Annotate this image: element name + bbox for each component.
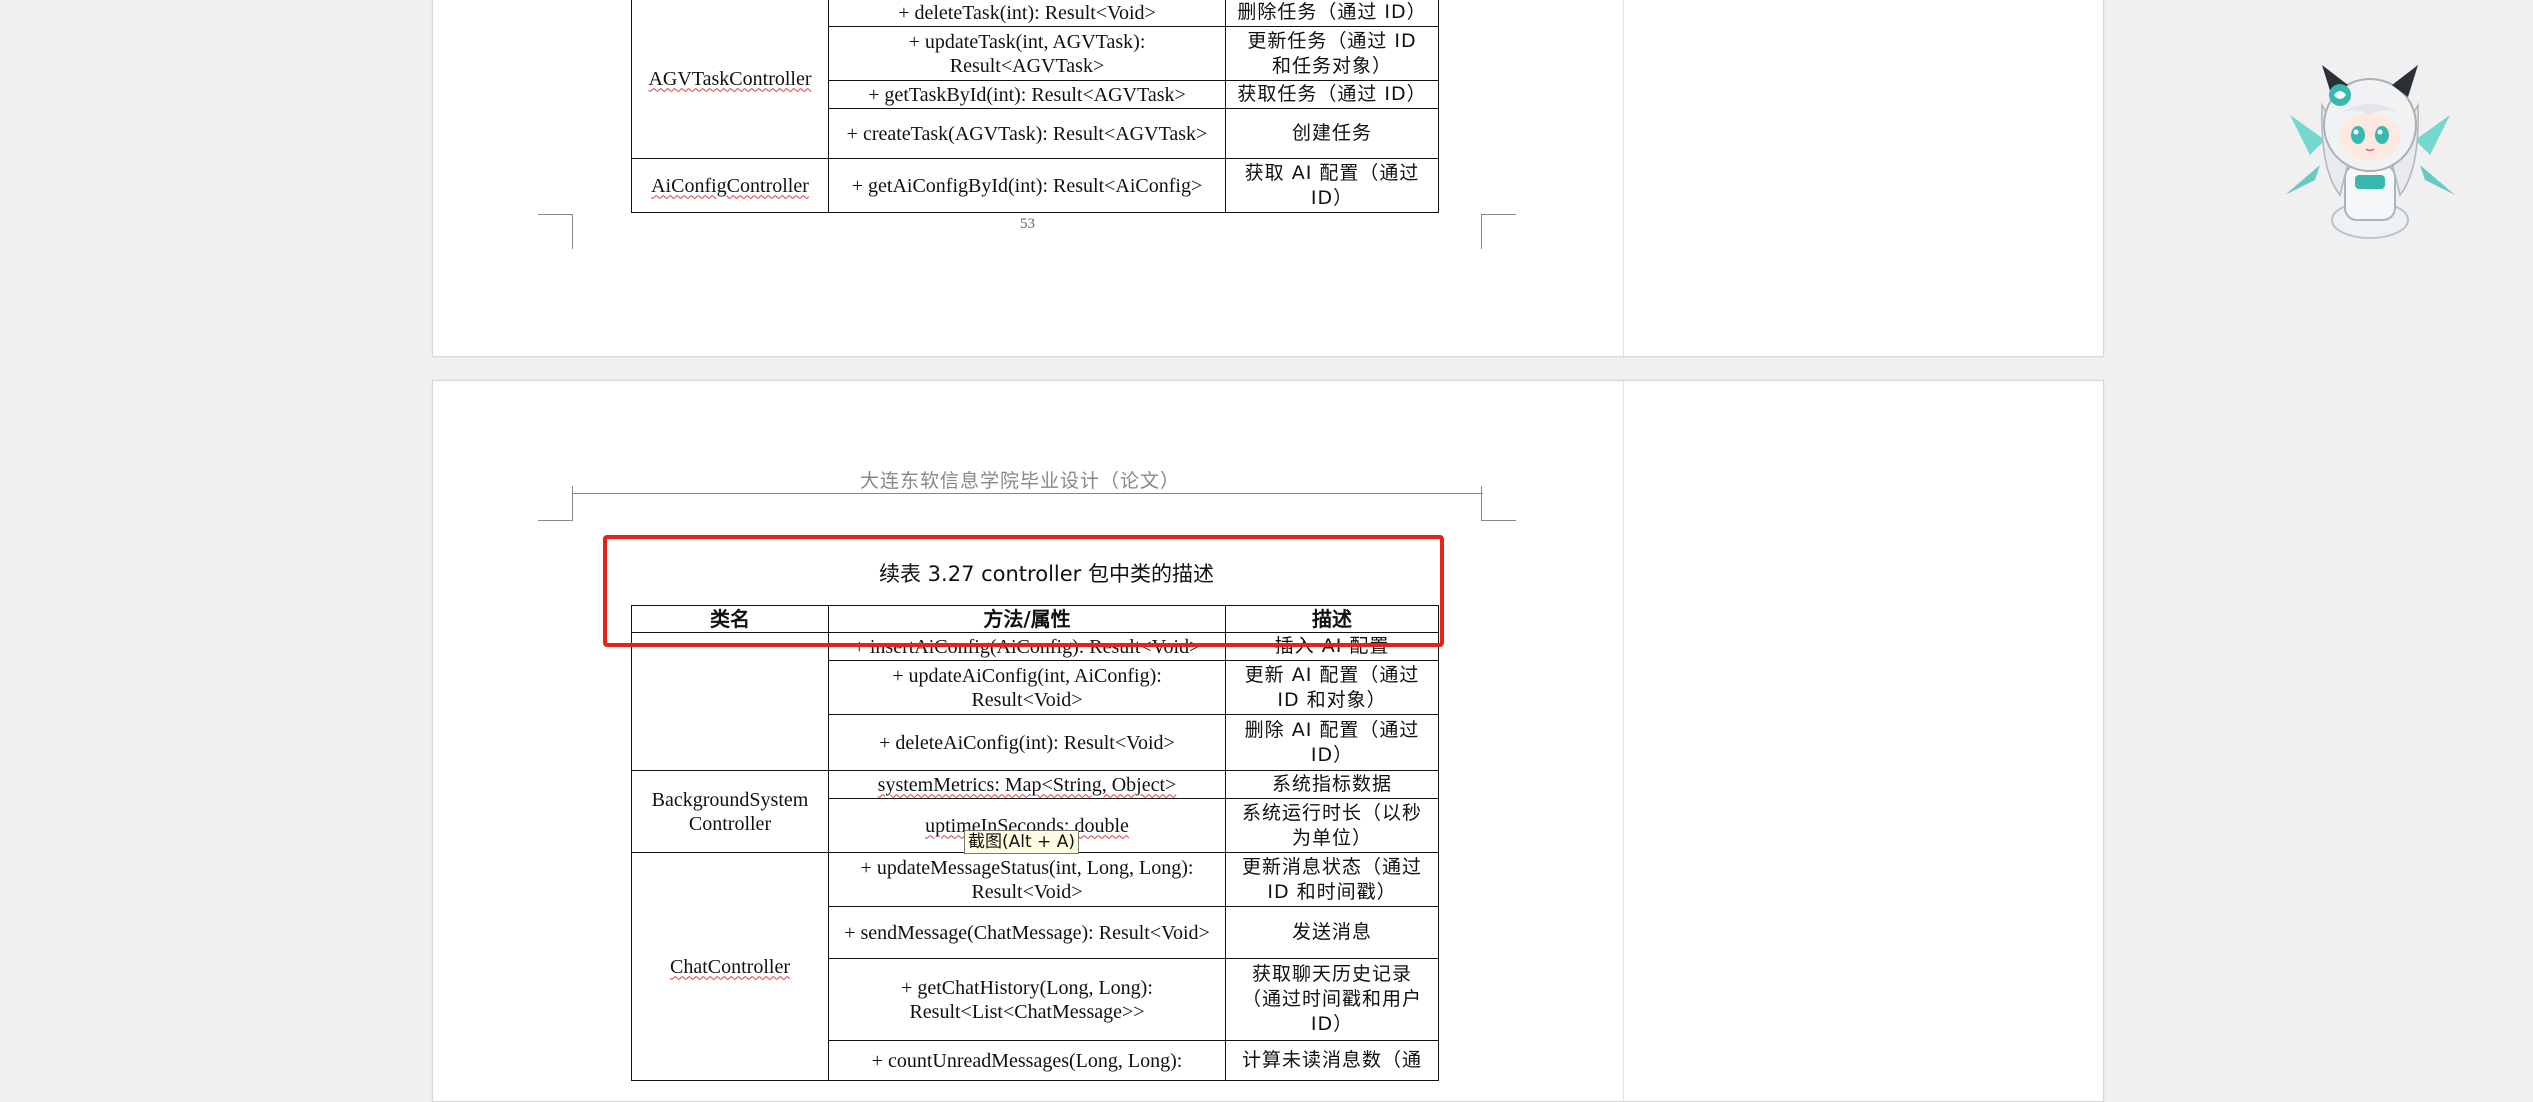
desc-cell: 更新 AI 配置（通过 ID 和对象） — [1225, 660, 1439, 715]
margin-mark — [1481, 214, 1516, 249]
desc-cell: 计算未读消息数（通 — [1225, 1040, 1439, 1081]
desc-cell: 创建任务 — [1225, 108, 1439, 159]
method-cell: + deleteAiConfig(int): Result<Void> — [828, 714, 1226, 771]
desc-cell: 获取任务（通过 ID） — [1225, 80, 1439, 109]
table-row: ChatController + updateMessageStatus(int… — [631, 852, 1439, 1081]
page-divider — [1623, 0, 1624, 356]
method-cell: + updateAiConfig(int, AiConfig): Result<… — [828, 660, 1226, 715]
desc-cell: 发送消息 — [1225, 906, 1439, 959]
method-cell: + getAiConfigById(int): Result<AiConfig> — [828, 158, 1226, 213]
desc-cell: 更新任务（通过 ID 和任务对象） — [1225, 26, 1439, 81]
desc-cell: 删除 AI 配置（通过 ID） — [1225, 714, 1439, 771]
margin-mark — [538, 214, 573, 249]
desc-cell: 系统运行时长（以秒为单位） — [1225, 798, 1439, 853]
annotation-highlight-box — [603, 535, 1444, 647]
page-divider — [1623, 381, 1624, 1101]
method-cell: + updateTask(int, AGVTask): Result<AGVTa… — [828, 26, 1226, 81]
desc-cell: 更新消息状态（通过 ID 和时间戳） — [1225, 852, 1439, 907]
margin-mark — [538, 486, 573, 521]
desc-cell: 获取 AI 配置（通过 ID） — [1225, 158, 1439, 213]
desc-cell: 删除任务（通过 ID） — [1225, 0, 1439, 27]
method-cell: + updateMessageStatus(int, Long, Long): … — [828, 852, 1226, 907]
desc-cell: 获取聊天历史记录（通过时间戳和用户 ID） — [1225, 958, 1439, 1041]
header-rule — [573, 493, 1483, 494]
margin-mark — [1481, 486, 1516, 521]
table-row: AiConfigController + getAiConfigById(int… — [631, 158, 1439, 213]
method-cell: + countUnreadMessages(Long, Long): — [828, 1040, 1226, 1081]
mascot-assistant-icon[interactable] — [2270, 45, 2470, 245]
class-cell: AiConfigController — [631, 158, 829, 213]
document-page-54: 大连东软信息学院毕业设计（论文） 续表 3.27 controller 包中类的… — [432, 380, 2104, 1102]
table-row: AGVTaskController + deleteTask(int): Res… — [631, 0, 1439, 159]
method-cell: + createTask(AGVTask): Result<AGVTask> — [828, 108, 1226, 159]
class-cell: BackgroundSystem Controller — [631, 770, 829, 853]
page-header: 大连东软信息学院毕业设计（论文） — [860, 470, 1181, 492]
class-cell: AGVTaskController — [631, 0, 829, 159]
desc-cell: 系统指标数据 — [1225, 770, 1439, 799]
class-cell: ChatController — [631, 852, 829, 1081]
page-number: 53 — [1020, 216, 1035, 232]
class-table-continued-top: AGVTaskController + deleteTask(int): Res… — [631, 0, 1439, 213]
method-cell: + getChatHistory(Long, Long): Result<Lis… — [828, 958, 1226, 1041]
method-cell: + getTaskById(int): Result<AGVTask> — [828, 80, 1226, 109]
method-cell: systemMetrics: Map<String, Object> — [828, 770, 1226, 799]
document-page-53: 53 AGVTaskController + deleteTask(int): … — [432, 0, 2104, 357]
method-cell: + deleteTask(int): Result<Void> — [828, 0, 1226, 27]
class-cell — [631, 632, 829, 771]
table-row: BackgroundSystem Controller systemMetric… — [631, 770, 1439, 853]
method-cell: + sendMessage(ChatMessage): Result<Void> — [828, 906, 1226, 959]
screenshot-shortcut-tooltip: 截图(Alt + A) — [964, 830, 1079, 854]
